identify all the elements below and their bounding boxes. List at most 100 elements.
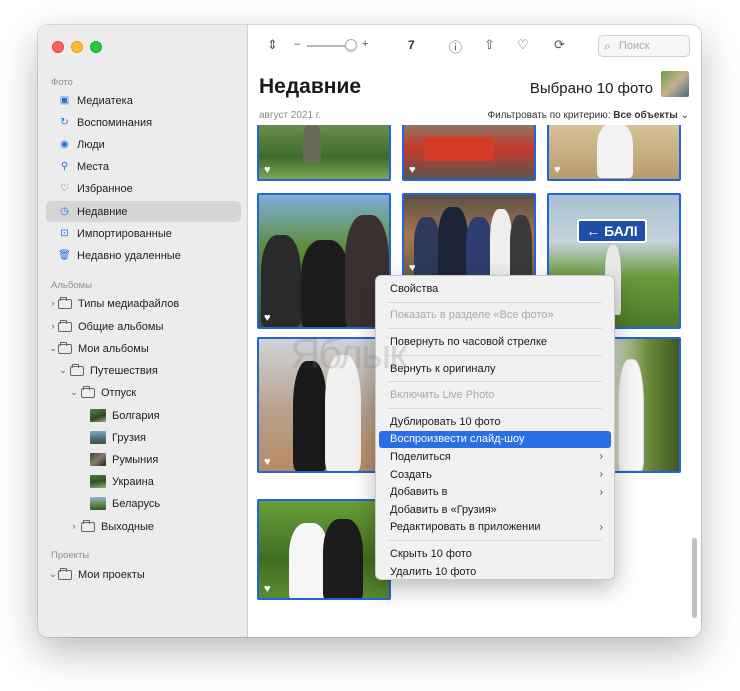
album-thumbnail <box>90 497 106 510</box>
days-count: 7 <box>408 38 415 52</box>
sidebar-item-label: Путешествия <box>90 364 158 377</box>
sidebar-item-vacation[interactable]: Отпуск <box>69 382 241 403</box>
person-figure <box>597 125 633 178</box>
sidebar-item-imported[interactable]: ⊡ Импортированные <box>46 223 241 244</box>
menu-separator <box>388 328 602 330</box>
photo-thumbnail[interactable]: ♥ <box>402 125 536 181</box>
sidebar-item-label: Места <box>77 160 109 173</box>
menu-item-share[interactable]: Поделиться › <box>379 448 611 466</box>
photo-thumbnail[interactable]: ♥ <box>547 125 681 181</box>
sidebar-item-album-belarus[interactable]: Беларусь <box>78 493 241 514</box>
favorite-heart-icon[interactable]: ♥ <box>554 164 561 176</box>
search-field[interactable]: ⌕ Поиск <box>598 35 690 57</box>
sidebar-item-label: Украина <box>112 475 154 488</box>
folder-icon <box>70 363 84 376</box>
sidebar-item-label: Отпуск <box>101 386 137 399</box>
menu-item-label: Включить Live Photo <box>390 389 495 402</box>
menu-item-properties[interactable]: Свойства <box>379 280 611 298</box>
person-figure <box>490 209 512 277</box>
section-albums-heading: Альбомы <box>51 280 92 291</box>
favorite-heart-icon[interactable]: ♥ <box>409 262 416 274</box>
menu-item-hide[interactable]: Скрыть 10 фото <box>379 545 611 563</box>
menu-separator <box>388 540 602 542</box>
rotate-icon[interactable]: ⟳ <box>554 37 565 53</box>
menu-item-add-to[interactable]: Добавить в › <box>379 483 611 501</box>
menu-item-revert-to-original[interactable]: Вернуть к оригиналу <box>379 360 611 378</box>
chevron-down-icon: ⌄ <box>680 110 689 121</box>
heart-icon: ♡ <box>60 183 69 194</box>
menu-item-label: Создать <box>390 468 432 481</box>
sidebar-item-recently-deleted[interactable]: 🗑 Недавно удаленные <box>46 245 241 266</box>
sidebar-item-label: Воспоминания <box>77 116 153 129</box>
menu-item-enable-live-photo: Включить Live Photo <box>379 386 611 404</box>
menu-item-create[interactable]: Создать › <box>379 466 611 484</box>
submenu-arrow-icon: › <box>599 521 603 533</box>
folder-icon <box>58 567 72 580</box>
people-icon: ◉ <box>60 139 69 150</box>
zoom-out-icon[interactable]: – <box>294 38 300 50</box>
zoom-in-icon[interactable]: + <box>362 38 368 50</box>
sidebar-item-label: Люди <box>77 138 105 151</box>
sidebar-item-my-albums[interactable]: Мои альбомы <box>46 338 241 359</box>
album-thumbnail <box>90 431 106 444</box>
sidebar-item-album-georgia[interactable]: Грузия <box>78 427 241 448</box>
filter-dropdown[interactable]: Фильтровать по критерию: Все объекты ⌄ <box>487 110 689 121</box>
minimize-window-button[interactable] <box>71 41 83 53</box>
zoom-slider-knob[interactable] <box>345 39 357 51</box>
sidebar-item-album-romania[interactable]: Румыния <box>78 449 241 470</box>
menu-item-duplicate[interactable]: Дублировать 10 фото <box>379 413 611 431</box>
section-photos-heading: Фото <box>51 77 73 88</box>
menu-item-edit-with[interactable]: Редактировать в приложении › <box>379 519 611 537</box>
sidebar-item-library[interactable]: ▣ Медиатека <box>46 90 241 111</box>
close-window-button[interactable] <box>52 41 64 53</box>
sidebar-item-my-projects[interactable]: Мои проекты <box>46 564 241 585</box>
album-thumbnail <box>90 453 106 466</box>
sidebar-item-places[interactable]: ⚲ Места <box>46 156 241 177</box>
sidebar-item-label: Румыния <box>112 453 159 466</box>
menu-item-label: Добавить в <box>390 486 448 499</box>
sidebar-item-people[interactable]: ◉ Люди <box>46 134 241 155</box>
photo-thumbnail[interactable]: ♥ <box>257 499 391 600</box>
sidebar-item-album-ukraine[interactable]: Украина <box>78 471 241 492</box>
menu-item-delete[interactable]: Удалить 10 фото <box>379 563 611 581</box>
photo-thumbnail[interactable]: ♥ <box>402 193 536 279</box>
import-icon: ⊡ <box>60 228 69 239</box>
sidebar-item-weekends[interactable]: Выходные <box>69 516 241 537</box>
sidebar-item-album-bulgaria[interactable]: Болгария <box>78 405 241 426</box>
scrollbar-thumb[interactable] <box>692 538 697 618</box>
person-figure <box>438 207 468 277</box>
slideshow-fit-icon[interactable]: ⇕ <box>267 37 278 53</box>
favorite-heart-icon[interactable]: ♥ <box>264 164 271 176</box>
maximize-window-button[interactable] <box>90 41 102 53</box>
photo-thumbnail[interactable]: ♥ <box>257 125 391 181</box>
sidebar-item-travel[interactable]: Путешествия <box>58 360 241 381</box>
sidebar-item-favorites[interactable]: ♡ Избранное <box>46 178 241 199</box>
page-title: Недавние <box>259 75 362 98</box>
memories-icon: ↻ <box>60 117 69 128</box>
menu-item-label: Добавить в «Грузия» <box>390 503 497 516</box>
favorite-heart-icon[interactable]: ♥ <box>264 312 271 324</box>
menu-item-rotate-clockwise[interactable]: Повернуть по часовой стрелке <box>379 333 611 351</box>
person-figure <box>618 359 644 471</box>
favorite-heart-icon[interactable]: ♥ <box>264 583 271 595</box>
sidebar-item-label: Выходные <box>101 520 155 533</box>
share-icon[interactable]: ⇧ <box>484 37 495 53</box>
photo-thumbnail[interactable]: ♥ <box>257 193 391 329</box>
sidebar-item-media-types[interactable]: Типы медиафайлов <box>46 293 241 314</box>
heart-icon[interactable]: ♡ <box>517 37 529 53</box>
menu-item-add-to-georgia[interactable]: Добавить в «Грузия» <box>379 501 611 519</box>
photo-library-icon: ▣ <box>59 95 70 106</box>
menu-item-play-slideshow[interactable]: Воспроизвести слайд-шоу <box>379 430 611 449</box>
filter-value: Все объекты <box>613 110 678 121</box>
watermark: Яблык <box>290 330 408 377</box>
sidebar-item-memories[interactable]: ↻ Воспоминания <box>46 112 241 133</box>
favorite-heart-icon[interactable]: ♥ <box>409 164 416 176</box>
sidebar-item-label: Импортированные <box>77 227 172 240</box>
sidebar-item-recent[interactable]: ◷ Недавние <box>46 201 241 222</box>
selection-count: Выбрано 10 фото <box>529 80 653 97</box>
info-icon[interactable]: ⓘ <box>449 37 462 56</box>
favorite-heart-icon[interactable]: ♥ <box>264 456 271 468</box>
submenu-arrow-icon: › <box>599 451 603 463</box>
menu-item-label: Повернуть по часовой стрелке <box>390 335 548 348</box>
sidebar-item-shared-albums[interactable]: Общие альбомы <box>46 316 241 337</box>
